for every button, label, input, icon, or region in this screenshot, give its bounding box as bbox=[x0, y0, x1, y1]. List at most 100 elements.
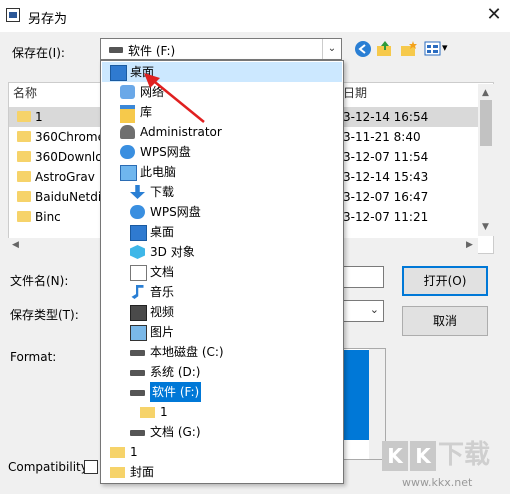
dropdown-item[interactable]: 音乐 bbox=[102, 282, 342, 302]
dropdown-item-label: 本地磁盘 (C:) bbox=[150, 345, 224, 359]
save-in-label: 保存在(I): bbox=[12, 46, 65, 60]
file-name-label: 文件名(N): bbox=[10, 274, 69, 288]
dropdown-item-label: 系统 (D:) bbox=[150, 365, 201, 379]
dropdown-item[interactable]: Administrator bbox=[102, 122, 342, 142]
new-folder-icon[interactable] bbox=[400, 40, 418, 58]
file-name: BaiduNetdi bbox=[35, 190, 102, 204]
file-name: AstroGrav bbox=[35, 170, 95, 184]
watermark-url: www.kkx.net bbox=[402, 476, 473, 489]
dropdown-item-label: 1 bbox=[160, 405, 168, 419]
picture-icon bbox=[130, 325, 147, 341]
file-name: 360Chrome bbox=[35, 130, 105, 144]
dropdown-item[interactable]: 1 bbox=[102, 442, 342, 462]
dropdown-item[interactable]: 封面 bbox=[102, 462, 342, 482]
cloud-icon bbox=[130, 205, 145, 219]
dropdown-item-label: 文档 (G:) bbox=[150, 425, 201, 439]
dropdown-item[interactable]: 软件 (F:) bbox=[102, 382, 342, 402]
file-date: 3-12-07 11:21 bbox=[343, 210, 429, 224]
save-in-combobox[interactable]: 软件 (F:) ⌄ bbox=[100, 38, 342, 60]
back-icon[interactable] bbox=[354, 40, 372, 58]
dropdown-item-label: WPS网盘 bbox=[140, 145, 191, 159]
save-in-value: 软件 (F:) bbox=[128, 44, 176, 58]
drive-icon bbox=[130, 370, 145, 376]
dropdown-item[interactable]: 图片 bbox=[102, 322, 342, 342]
folder-icon bbox=[17, 211, 31, 222]
column-header-name[interactable]: 名称 bbox=[13, 83, 37, 103]
folder-icon bbox=[17, 151, 31, 162]
folder-icon bbox=[17, 111, 31, 122]
view-menu-icon[interactable] bbox=[424, 40, 442, 58]
folder-icon bbox=[110, 467, 125, 478]
title-bar: 另存为 ✕ bbox=[0, 0, 510, 32]
dropdown-item[interactable]: 3D 对象 bbox=[102, 242, 342, 262]
dropdown-item-label: 3D 对象 bbox=[150, 245, 195, 259]
dropdown-item[interactable]: 网络 bbox=[102, 82, 342, 102]
dropdown-item-label: 此电脑 bbox=[140, 165, 177, 179]
dropdown-item-label: 桌面 bbox=[150, 225, 175, 239]
desktop-icon bbox=[130, 225, 147, 241]
folder-icon bbox=[17, 191, 31, 202]
cube-icon bbox=[130, 245, 145, 259]
drive-icon bbox=[109, 47, 123, 53]
folder-icon bbox=[140, 407, 155, 418]
dropdown-item-label: 文档 bbox=[150, 265, 175, 279]
download-icon bbox=[130, 185, 145, 199]
drive-icon bbox=[130, 430, 145, 436]
drive-icon bbox=[130, 350, 145, 356]
file-date: 3-12-14 16:54 bbox=[343, 110, 429, 124]
vertical-scrollbar[interactable]: ▲ ▼ bbox=[478, 84, 494, 236]
dropdown-item[interactable]: 此电脑 bbox=[102, 162, 342, 182]
file-date: 3-12-14 15:43 bbox=[343, 170, 429, 184]
desktop-icon bbox=[110, 65, 127, 81]
video-icon bbox=[130, 305, 147, 321]
open-button[interactable]: 打开(O) bbox=[402, 266, 488, 296]
dropdown-item[interactable]: 视频 bbox=[102, 302, 342, 322]
file-date: 3-12-07 11:54 bbox=[343, 150, 429, 164]
dropdown-item[interactable]: 文档 bbox=[102, 262, 342, 282]
dropdown-item-label: 封面 bbox=[130, 465, 155, 479]
dropdown-item[interactable]: 桌面 bbox=[102, 222, 342, 242]
chevron-down-icon[interactable]: ⌄ bbox=[322, 39, 341, 59]
location-dropdown[interactable]: 桌面 网络库 Administrator WPS网盘 此电脑 下载 WPS网盘 桌面 3D 对象… bbox=[100, 60, 344, 484]
music-icon bbox=[131, 285, 144, 299]
dropdown-item[interactable]: WPS网盘 bbox=[102, 142, 342, 162]
folder-icon bbox=[17, 131, 31, 142]
file-name: Binc bbox=[35, 210, 61, 224]
dropdown-item-label: 软件 (F:) bbox=[150, 382, 202, 402]
up-folder-icon[interactable] bbox=[376, 40, 394, 58]
dropdown-item[interactable]: 1 bbox=[102, 402, 342, 422]
dropdown-item-label: WPS网盘 bbox=[150, 205, 201, 219]
library-icon bbox=[120, 105, 135, 123]
close-button[interactable]: ✕ bbox=[482, 3, 506, 27]
cancel-button[interactable]: 取消 bbox=[402, 306, 488, 336]
dropdown-item[interactable]: 本地磁盘 (C:) bbox=[102, 342, 342, 362]
dropdown-item[interactable]: 文档 (G:) bbox=[102, 422, 342, 442]
annotation-arrow bbox=[144, 73, 205, 123]
dropdown-item[interactable]: 桌面 bbox=[102, 62, 342, 82]
chevron-down-icon: ⌄ bbox=[369, 303, 379, 316]
dropdown-item-label: 下载 bbox=[150, 185, 175, 199]
app-icon bbox=[6, 8, 20, 22]
cloud-icon bbox=[120, 145, 135, 159]
dropdown-item-label: 图片 bbox=[150, 325, 175, 339]
compatibility-label: Compatibility: bbox=[8, 460, 92, 474]
view-dropdown-arrow[interactable]: ▾ bbox=[442, 41, 448, 54]
dropdown-item-label: 1 bbox=[130, 445, 138, 459]
document-icon bbox=[130, 265, 147, 281]
computer-icon bbox=[120, 165, 137, 181]
file-name: 1 bbox=[35, 110, 43, 124]
dropdown-item-label: 视频 bbox=[150, 305, 175, 319]
column-header-date[interactable]: 日期 bbox=[343, 83, 367, 103]
dropdown-item[interactable]: 系统 (D:) bbox=[102, 362, 342, 382]
format-label: Format: bbox=[10, 350, 57, 364]
file-date: 3-12-07 16:47 bbox=[343, 190, 429, 204]
dropdown-item[interactable]: 下载 bbox=[102, 182, 342, 202]
window-title: 另存为 bbox=[28, 12, 68, 27]
network-icon bbox=[120, 85, 135, 99]
folder-icon bbox=[17, 171, 31, 182]
dropdown-item[interactable]: WPS网盘 bbox=[102, 202, 342, 222]
drive-icon bbox=[130, 390, 145, 396]
compatibility-checkbox[interactable] bbox=[84, 460, 98, 474]
file-name: 360Downlo bbox=[35, 150, 103, 164]
dropdown-item[interactable]: 库 bbox=[102, 102, 342, 123]
